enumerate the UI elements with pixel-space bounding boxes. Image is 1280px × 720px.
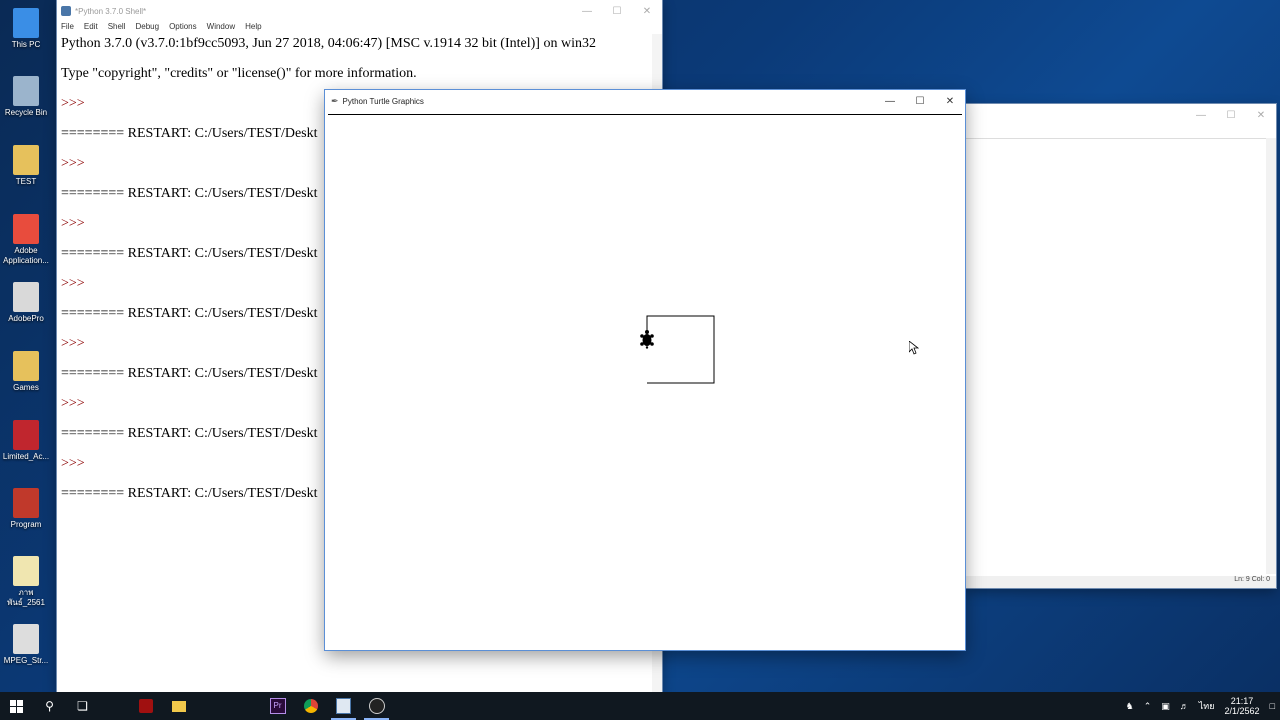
menu-options[interactable]: Options (169, 22, 197, 34)
mouse-pointer-icon (909, 341, 919, 355)
desktop-item-icon (13, 624, 39, 654)
desktop-item-icon (13, 556, 39, 586)
desktop-item-icon (13, 488, 39, 518)
turtle-cursor-icon (640, 330, 654, 349)
desktop-icon-label: Program (10, 520, 42, 529)
desktop-icon[interactable]: Games (0, 351, 52, 393)
close-icon[interactable]: ✕ (1246, 104, 1276, 126)
task-view-icon[interactable]: ❏ (66, 692, 99, 720)
python-idle-icon[interactable] (327, 692, 360, 720)
desktop-icon-label: AdobePro (8, 314, 44, 323)
desktop-icon-label: ภาพ พันธ์_2561 (7, 588, 45, 607)
premiere-icon[interactable]: Pr (261, 692, 294, 720)
banner-line: Python 3.7.0 (v3.7.0:1bf9cc5093, Jun 27 … (61, 36, 596, 51)
maximize-icon[interactable]: ☐ (1216, 104, 1246, 126)
desktop-icon-label: This PC (11, 40, 41, 49)
turtle-app-icon[interactable] (360, 692, 393, 720)
desktop-item-icon (13, 76, 39, 106)
start-windows-icon[interactable] (0, 692, 33, 720)
chrome-icon[interactable] (294, 692, 327, 720)
desktop-icon-label: Adobe Application... (3, 246, 49, 265)
shell-menubar: File Edit Shell Debug Options Window Hel… (57, 22, 662, 34)
desktop-item-icon (13, 8, 39, 38)
turtle-drawing (640, 315, 715, 384)
menu-edit[interactable]: Edit (84, 22, 98, 34)
clock-date: 2/1/2562 (1224, 706, 1260, 716)
desktop-icon-label: MPEG_Str... (3, 656, 49, 665)
maximize-icon[interactable]: ☐ (905, 90, 935, 112)
feather-icon: ✒ (331, 95, 339, 106)
desktop-icon-label: Games (13, 383, 39, 392)
desktop-icon[interactable]: Limited_Ac... (0, 420, 52, 462)
desktop-item-icon (13, 145, 39, 175)
minimize-icon[interactable]: — (572, 0, 602, 22)
desktop-icon[interactable]: TEST (0, 145, 52, 187)
desktop-icon-label: Recycle Bin (4, 108, 48, 117)
clock-time: 21:17 (1230, 696, 1254, 706)
menu-window[interactable]: Window (207, 22, 235, 34)
editor-scrollbar[interactable] (1266, 138, 1276, 574)
taskbar: ⚲ ❏ Pr ♞ ⌃ ▣ ♬ ไทย 21:17 2/1/2562 □ (0, 692, 1280, 720)
file-explorer-icon[interactable] (162, 692, 195, 720)
turtle-title: Python Turtle Graphics (342, 96, 424, 106)
editor-titlebar[interactable]: — ☐ ✕ (966, 104, 1276, 126)
desktop-item-icon (13, 420, 39, 450)
turtle-canvas[interactable] (328, 114, 962, 648)
taskbar-app-red-icon[interactable] (129, 692, 162, 720)
notification-icon[interactable]: □ (1270, 701, 1275, 711)
language-indicator[interactable]: ไทย (1199, 699, 1215, 713)
desktop-icon-label: Limited_Ac... (2, 452, 50, 461)
system-tray: ♞ ⌃ ▣ ♬ ไทย 21:17 2/1/2562 □ (1121, 692, 1280, 720)
desktop-icon[interactable]: This PC (0, 8, 52, 50)
idle-icon (61, 6, 71, 16)
menu-help[interactable]: Help (245, 22, 261, 34)
editor-window[interactable]: — ☐ ✕ Ln: 9 Col: 0 (966, 104, 1276, 588)
desktop-icon[interactable]: Program (0, 488, 52, 530)
editor-text-area[interactable] (966, 138, 1266, 575)
menu-file[interactable]: File (61, 22, 74, 34)
turtle-titlebar[interactable]: ✒ Python Turtle Graphics — ☐ ✕ (325, 90, 965, 112)
close-icon[interactable]: ✕ (935, 90, 965, 112)
volume-icon[interactable]: ♬ (1180, 701, 1189, 711)
network-icon[interactable]: ▣ (1161, 701, 1170, 712)
maximize-icon[interactable]: ☐ (602, 0, 632, 22)
desktop-icon-label: TEST (15, 177, 37, 186)
menu-shell[interactable]: Shell (108, 22, 126, 34)
close-icon[interactable]: ✕ (632, 0, 662, 22)
desktop-icon[interactable]: ภาพ พันธ์_2561 (0, 556, 52, 608)
turtle-window[interactable]: ✒ Python Turtle Graphics — ☐ ✕ (325, 90, 965, 650)
editor-status-bar: Ln: 9 Col: 0 (966, 576, 1276, 588)
shell-titlebar[interactable]: *Python 3.7.0 Shell* — ☐ ✕ (57, 0, 662, 22)
search-icon[interactable]: ⚲ (33, 692, 66, 720)
desktop-item-icon (13, 214, 39, 244)
people-icon[interactable]: ♞ (1126, 701, 1134, 712)
line-col-status: Ln: 9 Col: 0 (1234, 576, 1270, 583)
desktop-item-icon (13, 351, 39, 381)
minimize-icon[interactable]: — (875, 90, 905, 112)
menu-debug[interactable]: Debug (135, 22, 159, 34)
desktop-icon[interactable]: MPEG_Str... (0, 624, 52, 666)
drawn-path (646, 315, 715, 384)
desktop-icon[interactable]: Adobe Application... (0, 214, 52, 266)
chevron-up-icon[interactable]: ⌃ (1144, 701, 1152, 712)
clock[interactable]: 21:17 2/1/2562 (1225, 696, 1260, 716)
minimize-icon[interactable]: — (1186, 104, 1216, 126)
desktop-icon[interactable]: AdobePro (0, 282, 52, 324)
desktop-item-icon (13, 282, 39, 312)
desktop-icon[interactable]: Recycle Bin (0, 76, 52, 118)
shell-title: *Python 3.7.0 Shell* (75, 6, 147, 16)
